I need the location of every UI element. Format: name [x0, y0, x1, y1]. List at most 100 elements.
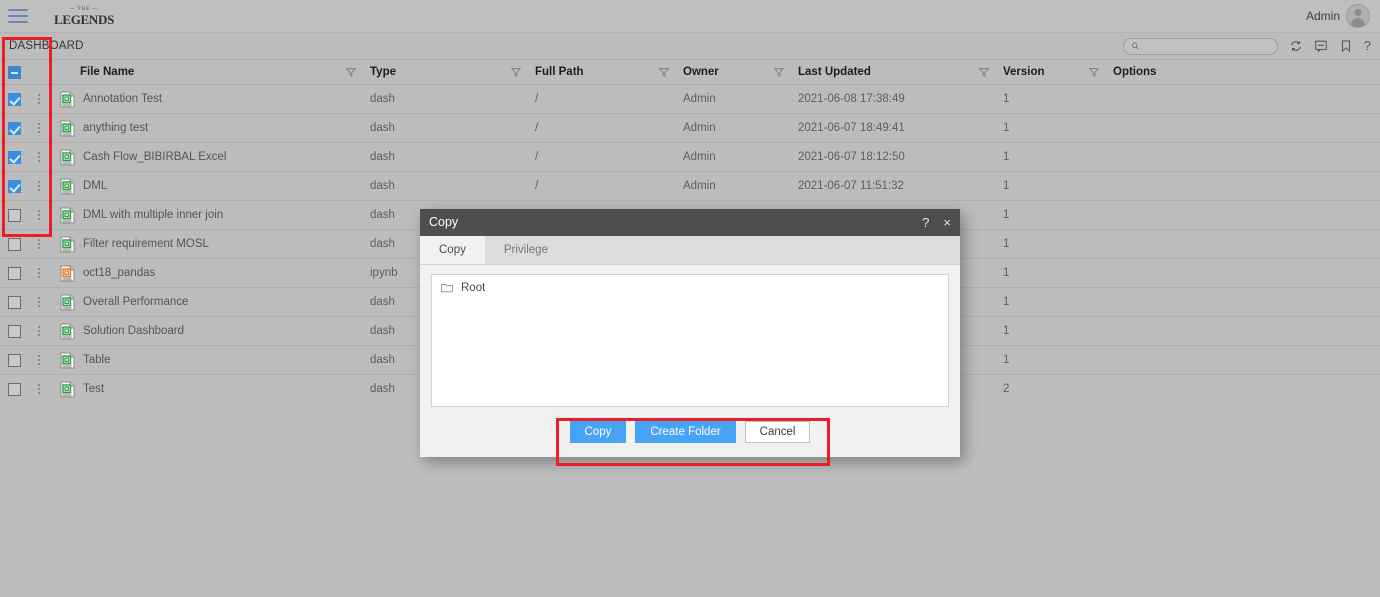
cell-type: dash [370, 151, 395, 163]
row-checkbox[interactable] [7, 353, 21, 367]
cell-version: 1 [1003, 267, 1010, 279]
dialog-title-bar: Copy ? × [420, 209, 960, 236]
row-checkbox[interactable] [7, 324, 21, 338]
comment-icon[interactable] [1314, 39, 1328, 53]
filter-icon[interactable] [979, 67, 989, 77]
dash-file-icon [60, 120, 75, 136]
dialog-tab-privilege[interactable]: Privilege [485, 236, 567, 264]
copy-button[interactable]: Copy [569, 420, 627, 443]
row-select-cell [0, 121, 28, 135]
refresh-icon[interactable] [1289, 39, 1303, 53]
row-options-kebab-icon[interactable] [38, 326, 40, 336]
dialog-close-icon[interactable]: × [943, 216, 951, 229]
toolbar: ? [1122, 37, 1371, 55]
cell-file-name: Annotation Test [50, 91, 370, 108]
row-menu-cell [28, 123, 50, 133]
search-box[interactable] [1122, 37, 1278, 55]
create-folder-button[interactable]: Create Folder [635, 420, 736, 443]
row-checkbox[interactable] [7, 121, 21, 135]
column-header-type[interactable]: Type [370, 66, 535, 78]
row-checkbox[interactable] [7, 150, 21, 164]
row-select-cell [0, 150, 28, 164]
row-checkbox[interactable] [7, 382, 21, 396]
row-options-kebab-icon[interactable] [38, 297, 40, 307]
user-avatar-icon[interactable] [1346, 4, 1370, 28]
row-options-kebab-icon[interactable] [38, 268, 40, 278]
column-header-file-name[interactable]: File Name [50, 66, 370, 78]
dash-file-icon [60, 91, 75, 107]
cell-full-path: / [535, 151, 539, 163]
table-row[interactable]: anything test dash / Admin 2021-06-07 18:49:… [0, 114, 1380, 143]
dialog-tab-copy[interactable]: Copy [420, 235, 485, 264]
row-menu-cell [28, 355, 50, 365]
tree-item-root[interactable]: Root [441, 282, 939, 294]
row-select-cell [0, 208, 28, 222]
row-options-kebab-icon[interactable] [38, 384, 40, 394]
folder-icon [441, 283, 453, 293]
cell-type: dash [370, 122, 395, 134]
dash-file-icon [60, 381, 75, 397]
cell-file-name: Solution Dashboard [50, 323, 370, 340]
column-header-type-label: Type [370, 66, 396, 78]
row-checkbox[interactable] [7, 266, 21, 280]
dialog-help-icon[interactable]: ? [922, 216, 929, 229]
row-select-cell [0, 266, 28, 280]
filter-icon[interactable] [346, 67, 356, 77]
row-options-kebab-icon[interactable] [38, 94, 40, 104]
row-options-kebab-icon[interactable] [38, 239, 40, 249]
row-menu-cell [28, 152, 50, 162]
row-options-kebab-icon[interactable] [38, 210, 40, 220]
help-icon[interactable]: ? [1364, 39, 1371, 53]
table-row[interactable]: DML dash / Admin 2021-06-07 11:51:32 1 [0, 172, 1380, 201]
dash-file-icon [60, 178, 75, 194]
row-checkbox[interactable] [7, 295, 21, 309]
folder-tree[interactable]: Root [431, 273, 949, 407]
row-menu-cell [28, 94, 50, 104]
select-all-cell [0, 65, 28, 79]
row-select-cell [0, 382, 28, 396]
cell-file-name: Filter requirement MOSL [50, 236, 370, 253]
file-name-label: Table [83, 354, 111, 366]
row-options-kebab-icon[interactable] [38, 355, 40, 365]
table-row[interactable]: Cash Flow_BIBIRBAL Excel dash / Admin 2021-0… [0, 143, 1380, 172]
column-header-owner[interactable]: Owner [683, 66, 798, 78]
cell-version: 1 [1003, 151, 1010, 163]
row-checkbox[interactable] [7, 92, 21, 106]
cell-owner: Admin [683, 122, 716, 134]
table-row[interactable]: Annotation Test dash / Admin 2021-06-08 17:3… [0, 85, 1380, 114]
select-all-checkbox[interactable] [7, 65, 21, 79]
cancel-button[interactable]: Cancel [744, 420, 811, 443]
column-header-last-updated[interactable]: Last Updated [798, 66, 1003, 78]
hamburger-menu-icon[interactable] [8, 9, 28, 23]
filter-icon[interactable] [1089, 67, 1099, 77]
cell-version: 1 [1003, 354, 1010, 366]
row-checkbox[interactable] [7, 208, 21, 222]
row-menu-cell [28, 297, 50, 307]
row-checkbox[interactable] [7, 179, 21, 193]
cell-last-updated: 2021-06-07 11:51:32 [798, 180, 904, 192]
row-select-cell [0, 179, 28, 193]
dialog-title: Copy [429, 215, 459, 230]
cell-type: dash [370, 180, 395, 192]
search-input[interactable] [1144, 39, 1270, 53]
row-options-kebab-icon[interactable] [38, 152, 40, 162]
file-name-label: Test [83, 383, 105, 395]
bookmark-icon[interactable] [1339, 39, 1353, 53]
dash-file-icon [60, 236, 75, 252]
column-header-last-updated-label: Last Updated [798, 66, 871, 78]
row-options-kebab-icon[interactable] [38, 123, 40, 133]
column-header-version[interactable]: Version [1003, 66, 1113, 78]
filter-icon[interactable] [511, 67, 521, 77]
column-header-owner-label: Owner [683, 66, 719, 78]
filter-icon[interactable] [659, 67, 669, 77]
cell-version: 1 [1003, 122, 1010, 134]
column-header-version-label: Version [1003, 66, 1045, 78]
column-header-full-path[interactable]: Full Path [535, 66, 683, 78]
ipynb-file-icon [60, 265, 75, 281]
cell-file-name: Overall Performance [50, 294, 370, 311]
file-name-label: oct18_pandas [83, 267, 156, 279]
filter-icon[interactable] [774, 67, 784, 77]
row-options-kebab-icon[interactable] [38, 181, 40, 191]
row-checkbox[interactable] [7, 237, 21, 251]
tab-dashboard[interactable]: DASHBOARD [0, 40, 84, 52]
